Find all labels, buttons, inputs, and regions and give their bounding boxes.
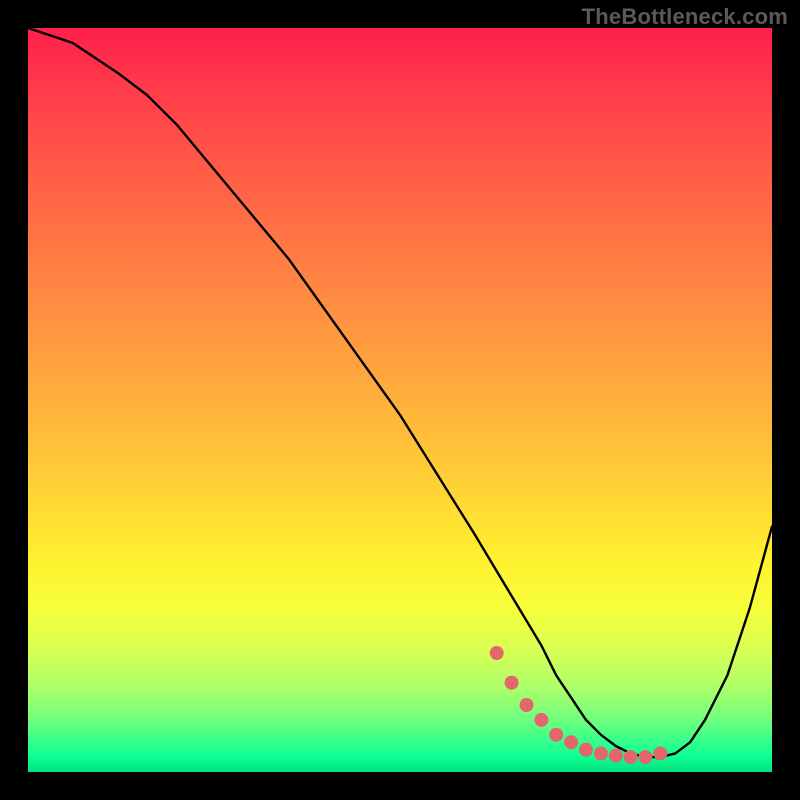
watermark-text: TheBottleneck.com [582,4,788,30]
marker-dot [564,735,578,749]
chart-container: TheBottleneck.com [0,0,800,800]
curve-overlay [28,28,772,772]
marker-dot [534,713,548,727]
marker-dot [549,728,563,742]
marker-dot [609,749,623,763]
marker-dot [579,743,593,757]
marker-dot [653,746,667,760]
marker-dot [639,750,653,764]
marker-dot [505,676,519,690]
marker-dot [520,698,534,712]
bottleneck-curve [28,28,772,757]
marker-dot [490,646,504,660]
marker-dot [624,750,638,764]
plot-area [28,28,772,772]
marker-dot [594,746,608,760]
marker-group [490,646,668,764]
